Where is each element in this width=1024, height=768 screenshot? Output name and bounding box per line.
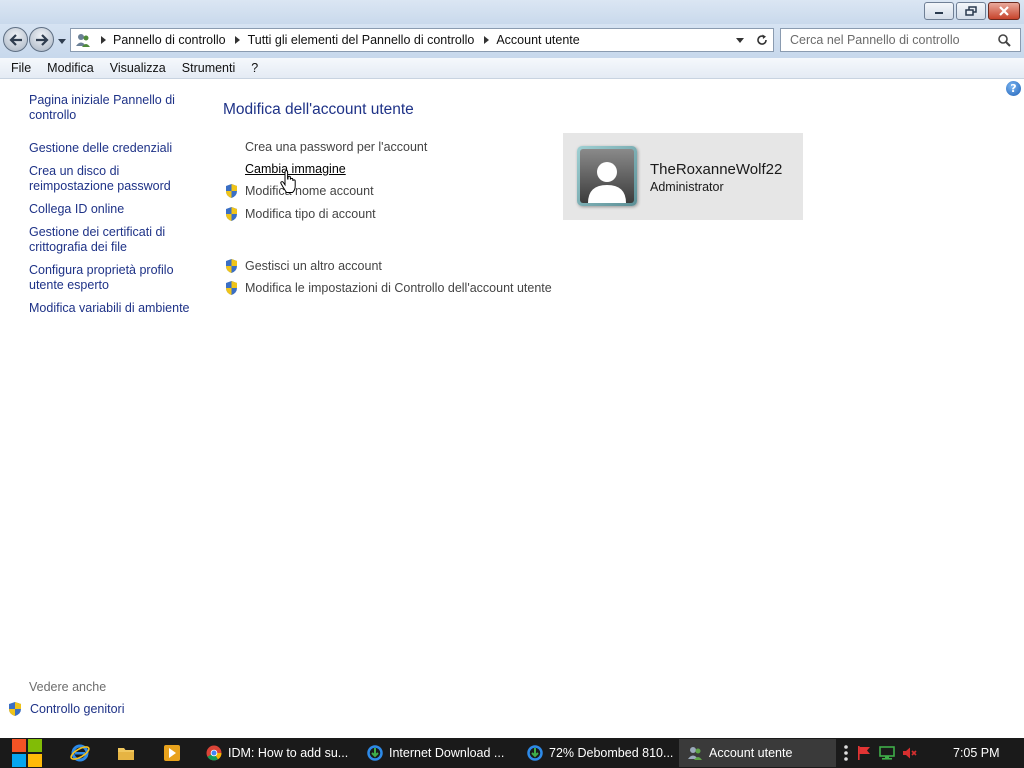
account-name: TheRoxanneWolf22 [650, 161, 783, 178]
taskbar-item-idm[interactable]: Internet Download ... [359, 739, 515, 767]
breadcrumb-separator-icon[interactable] [478, 36, 494, 44]
uac-shield-icon [224, 259, 238, 273]
menu-file[interactable]: File [3, 61, 39, 75]
back-button[interactable] [3, 27, 28, 52]
clock[interactable]: 7:05 PM [953, 746, 1000, 760]
search-box [780, 28, 1021, 52]
manage-another-account-link[interactable]: Gestisci un altro account [224, 259, 382, 273]
page-title: Modifica dell'account utente [223, 101, 414, 118]
control-panel-users-icon [688, 747, 702, 760]
taskbar-item-label: 72% Debombed 810... [549, 746, 674, 760]
change-account-name-link[interactable]: Modifica nome account [224, 184, 374, 198]
uac-shield-icon [224, 207, 238, 221]
breadcrumb-control-panel[interactable]: Pannello di controllo [111, 33, 230, 47]
uac-shield-icon [9, 702, 21, 716]
avatar[interactable] [577, 146, 637, 206]
task-label: Modifica tipo di account [245, 207, 376, 221]
address-bar[interactable]: Pannello di controllo Tutti gli elementi… [70, 28, 774, 52]
parental-controls-link[interactable]: Controllo genitori [8, 702, 125, 716]
credential-manager-link[interactable]: Gestione delle credenziali [29, 141, 204, 156]
volume-muted-icon[interactable] [902, 745, 918, 761]
network-icon[interactable] [879, 745, 895, 761]
minimize-icon [935, 12, 943, 14]
restore-icon [965, 6, 977, 16]
chevron-down-icon [58, 38, 66, 44]
create-password-link[interactable]: Crea una password per l'account [224, 140, 427, 154]
uac-shield-icon [224, 281, 238, 295]
task-label: Gestisci un altro account [245, 259, 382, 273]
control-panel-home-link[interactable]: Pagina iniziale Pannello di controllo [29, 93, 179, 123]
chevron-down-icon [736, 37, 744, 43]
media-player-icon [164, 745, 180, 761]
account-type: Administrator [650, 180, 724, 194]
environment-variables-link[interactable]: Modifica variabili di ambiente [29, 301, 204, 316]
search-icon [997, 33, 1011, 47]
menu-bar: File Modifica Visualizza Strumenti ? [0, 58, 1024, 79]
menu-tools[interactable]: Strumenti [174, 61, 244, 75]
file-encryption-certificates-link[interactable]: Gestione dei certificati di crittografia… [29, 225, 169, 255]
internet-explorer-icon [70, 744, 90, 762]
back-arrow-icon [8, 33, 22, 46]
taskbar-item-label: Internet Download ... [389, 746, 505, 760]
start-button[interactable] [9, 738, 45, 768]
forward-arrow-icon [35, 33, 49, 46]
user-silhouette-icon [588, 162, 626, 203]
hand-cursor-icon [280, 170, 296, 193]
forward-button[interactable] [29, 27, 54, 52]
taskbar-item-chrome[interactable]: IDM: How to add su... [198, 739, 356, 767]
taskbar-item-user-accounts[interactable]: Account utente [679, 739, 836, 767]
control-panel-users-icon [71, 29, 95, 51]
taskbar-item-label: Account utente [709, 746, 793, 760]
task-label: Crea una password per l'account [245, 140, 428, 154]
tray-overflow-icon[interactable] [843, 744, 849, 762]
menu-help[interactable]: ? [243, 61, 266, 75]
menu-edit[interactable]: Modifica [39, 61, 102, 75]
breadcrumb-user-accounts[interactable]: Account utente [494, 33, 583, 47]
folder-icon [118, 748, 134, 760]
action-center-flag-icon[interactable] [856, 745, 872, 761]
see-also-heading: Vedere anche [29, 680, 107, 694]
title-bar [0, 0, 1024, 24]
refresh-button[interactable] [751, 29, 773, 51]
menu-view[interactable]: Visualizza [102, 61, 174, 75]
taskbar-item-label: IDM: How to add su... [228, 746, 349, 760]
uac-settings-link[interactable]: Modifica le impostazioni di Controllo de… [224, 281, 552, 295]
taskbar: IDM: How to add su... Internet Download … [0, 738, 1024, 768]
link-online-id-link[interactable]: Collega ID online [29, 202, 204, 217]
user-account-card: TheRoxanneWolf22 Administrator [563, 133, 803, 220]
recent-pages-dropdown[interactable] [57, 36, 67, 46]
search-button[interactable] [991, 29, 1017, 51]
restore-button[interactable] [956, 2, 986, 20]
taskbar-item-download-progress[interactable]: 72% Debombed 810... [519, 739, 675, 767]
breadcrumb-separator-icon[interactable] [230, 36, 246, 44]
internet-download-manager-icon [367, 745, 383, 761]
window-controls [924, 2, 1020, 20]
change-account-type-link[interactable]: Modifica tipo di account [224, 207, 376, 221]
close-button[interactable] [988, 2, 1020, 20]
breadcrumb-separator-icon[interactable] [95, 36, 111, 44]
search-input[interactable] [781, 33, 991, 47]
refresh-icon [757, 34, 767, 45]
breadcrumb-all-items[interactable]: Tutti gli elementi del Pannello di contr… [246, 33, 479, 47]
media-player-pin[interactable] [152, 738, 192, 768]
chrome-icon [206, 745, 222, 761]
help-icon[interactable]: ? [1006, 81, 1021, 96]
windows-logo-icon [12, 739, 42, 767]
parental-controls-label: Controllo genitori [30, 702, 125, 716]
system-tray [843, 738, 918, 768]
file-explorer-pin[interactable] [106, 738, 146, 768]
navigation-bar: Pannello di controllo Tutti gli elementi… [0, 24, 1024, 58]
advanced-profile-properties-link[interactable]: Configura proprietà profilo utente esper… [29, 263, 179, 293]
task-label: Modifica nome account [245, 184, 374, 198]
task-label: Modifica le impostazioni di Controllo de… [245, 281, 552, 295]
password-reset-disk-link[interactable]: Crea un disco di reimpostazione password [29, 164, 174, 194]
close-icon [999, 6, 1009, 16]
minimize-button[interactable] [924, 2, 954, 20]
internet-download-manager-icon [527, 745, 543, 761]
internet-explorer-pin[interactable] [60, 738, 100, 768]
uac-shield-icon [224, 184, 238, 198]
address-history-dropdown[interactable] [729, 29, 751, 51]
